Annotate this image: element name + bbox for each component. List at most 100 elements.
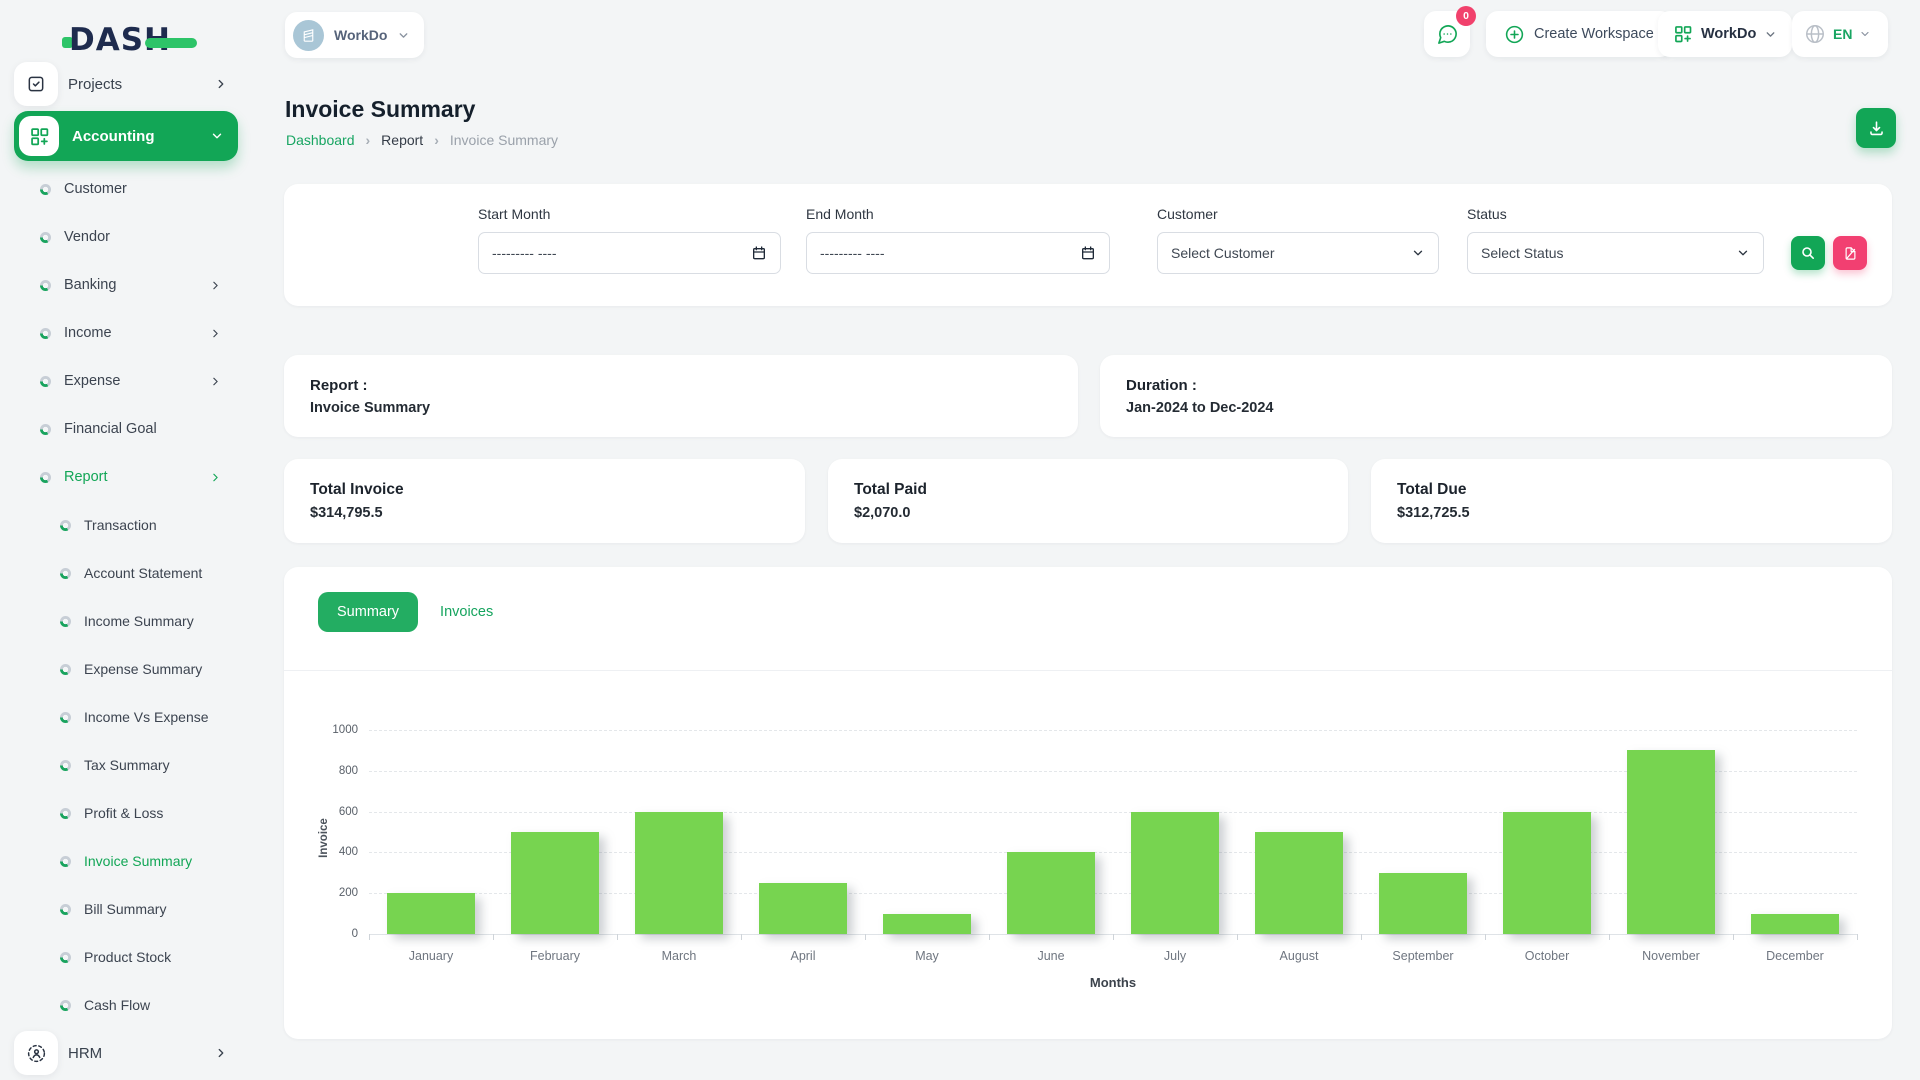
app-dropdown[interactable]: WorkDo	[1658, 11, 1792, 57]
chart-tabs: Summary Invoices	[318, 592, 493, 632]
bar-column-april: April	[741, 730, 865, 934]
chevron-down-icon	[210, 129, 224, 143]
grid-plus-icon	[29, 126, 50, 147]
language-selector[interactable]: EN	[1792, 11, 1888, 57]
bars-row: JanuaryFebruaryMarchAprilMayJuneJulyAugu…	[369, 730, 1857, 934]
tab-summary[interactable]: Summary	[318, 592, 418, 632]
total-due-card: Total Due $312,725.5	[1371, 459, 1892, 543]
sidebar-item-account-statement[interactable]: Account Statement	[0, 549, 254, 597]
bar-column-march: March	[617, 730, 741, 934]
messages-button[interactable]: 0	[1424, 11, 1470, 57]
sidebar-item-expense-summary[interactable]: Expense Summary	[0, 645, 254, 693]
sidebar-item-tax-summary[interactable]: Tax Summary	[0, 741, 254, 789]
sidebar-item-bill-summary[interactable]: Bill Summary	[0, 885, 254, 933]
filter-card: Start Month --------- ---- End Month ---…	[284, 184, 1892, 306]
sidebar-item-label: Customer	[64, 181, 222, 197]
app-dropdown-label: WorkDo	[1701, 26, 1756, 42]
bar-october	[1503, 812, 1591, 934]
accounting-submenu: Customer Vendor Banking Income Expense Financ…	[0, 165, 254, 501]
x-tick-label: September	[1361, 949, 1485, 963]
end-month-input[interactable]: --------- ----	[806, 232, 1110, 274]
sidebar-item-customer[interactable]: Customer	[0, 165, 254, 213]
sidebar-item-cash-flow[interactable]: Cash Flow	[0, 981, 254, 1029]
create-workspace-label: Create Workspace	[1534, 26, 1654, 42]
y-tick-label: 1000	[298, 724, 358, 736]
x-tick-label: November	[1609, 949, 1733, 963]
x-tick-label: December	[1733, 949, 1857, 963]
chart-x-axis-label: Months	[369, 975, 1857, 990]
hrm-icon-chip	[14, 1031, 58, 1075]
sidebar-item-label: Expense Summary	[84, 661, 222, 677]
sidebar-item-income[interactable]: Income	[0, 309, 254, 357]
chevron-down-icon	[1859, 28, 1871, 40]
language-label: EN	[1833, 26, 1852, 42]
report-card: Report : Invoice Summary	[284, 355, 1078, 437]
bullet-icon	[40, 376, 51, 387]
download-button[interactable]	[1856, 108, 1896, 148]
sidebar-item-label: Financial Goal	[64, 421, 222, 437]
sidebar-item-transaction[interactable]: Transaction	[0, 501, 254, 549]
chevron-down-icon	[397, 29, 410, 42]
total-paid-label: Total Paid	[854, 481, 1322, 499]
customer-select[interactable]: Select Customer	[1157, 232, 1439, 274]
x-tick-label: February	[493, 949, 617, 963]
sidebar-item-financial-goal[interactable]: Financial Goal	[0, 405, 254, 453]
workspace-selector[interactable]: WorkDo	[285, 12, 424, 58]
bar-column-june: June	[989, 730, 1113, 934]
search-button[interactable]	[1791, 236, 1825, 270]
customer-label: Customer	[1157, 206, 1218, 222]
sidebar-item-income-summary[interactable]: Income Summary	[0, 597, 254, 645]
y-tick-label: 800	[298, 765, 358, 777]
tabs-divider	[284, 670, 1892, 671]
sidebar-item-profit-loss[interactable]: Profit & Loss	[0, 789, 254, 837]
breadcrumb-report[interactable]: Report	[381, 132, 423, 148]
app-window: DASH WorkDo 0 Create Workspace WorkDo EN…	[0, 0, 1920, 1080]
breadcrumb-separator: ›	[366, 132, 371, 148]
bar-column-december: December	[1733, 730, 1857, 934]
start-month-input[interactable]: --------- ----	[478, 232, 781, 274]
bar-column-september: September	[1361, 730, 1485, 934]
sidebar-item-projects[interactable]: Projects	[0, 60, 254, 108]
end-month-label: End Month	[806, 206, 874, 222]
total-invoice-value: $314,795.5	[310, 505, 779, 521]
sidebar-item-accounting[interactable]: Accounting	[14, 111, 238, 161]
sidebar-item-product-stock[interactable]: Product Stock	[0, 933, 254, 981]
breadcrumb-dashboard[interactable]: Dashboard	[286, 132, 355, 148]
sidebar-item-label: Cash Flow	[84, 997, 222, 1013]
grid-plus-icon	[1673, 24, 1693, 44]
chat-badge: 0	[1456, 6, 1476, 26]
sidebar-item-hrm[interactable]: HRM	[0, 1029, 254, 1077]
chevron-right-icon	[209, 471, 222, 484]
globe-icon	[1804, 23, 1826, 45]
sidebar-item-invoice-summary[interactable]: Invoice Summary	[0, 837, 254, 885]
x-tick-label: April	[741, 949, 865, 963]
bar-september	[1379, 873, 1467, 934]
total-paid-value: $2,070.0	[854, 505, 1322, 521]
sidebar-item-label: Banking	[64, 277, 209, 293]
chevron-right-icon	[209, 375, 222, 388]
bar-august	[1255, 832, 1343, 934]
reset-filter-button[interactable]	[1833, 236, 1867, 270]
sidebar-item-label: Expense	[64, 373, 209, 389]
create-workspace-button[interactable]: Create Workspace	[1486, 11, 1672, 57]
y-tick-label: 600	[298, 806, 358, 818]
calendar-icon	[1080, 245, 1096, 261]
user-circle-dashed-icon	[26, 1043, 47, 1064]
brand-logo: DASH	[62, 22, 197, 58]
checkbox-icon	[26, 74, 46, 94]
sidebar-item-income-vs-expense[interactable]: Income Vs Expense	[0, 693, 254, 741]
sidebar-item-report[interactable]: Report	[0, 453, 254, 501]
bar-column-october: October	[1485, 730, 1609, 934]
bullet-icon	[40, 328, 51, 339]
sidebar-item-vendor[interactable]: Vendor	[0, 213, 254, 261]
chevron-right-icon	[214, 77, 228, 91]
building-icon	[300, 27, 317, 44]
sidebar-item-banking[interactable]: Banking	[0, 261, 254, 309]
customer-select-value: Select Customer	[1171, 245, 1274, 261]
bar-column-january: January	[369, 730, 493, 934]
sidebar-item-expense[interactable]: Expense	[0, 357, 254, 405]
x-axis-tick	[1485, 934, 1486, 940]
tab-invoices[interactable]: Invoices	[440, 604, 493, 620]
report-submenu: TransactionAccount StatementIncome Summa…	[0, 501, 254, 1029]
status-select[interactable]: Select Status	[1467, 232, 1764, 274]
